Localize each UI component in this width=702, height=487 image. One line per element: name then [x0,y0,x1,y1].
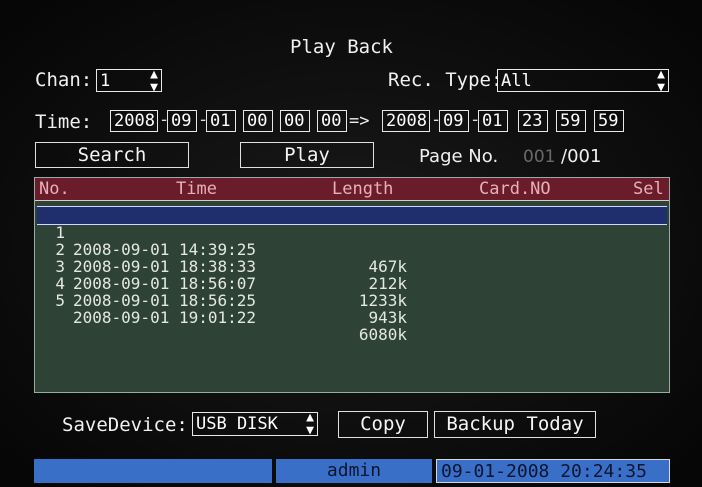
page-title: Play Back [290,36,393,58]
dvr-playback-screen: Play Back Chan: 1 ▲ ▼ Rec. Type: All ▲ ▼ T… [0,0,702,487]
start-day-field[interactable]: 01 [206,110,236,132]
row-time: 2008-09-01 19:01:22 [73,308,257,327]
chan-label: Chan: [35,69,93,91]
save-device-value: USB DISK [196,414,278,434]
range-arrow: => [349,111,370,131]
row-length: 1233k [358,291,407,310]
end-day-field[interactable]: 01 [478,110,508,132]
time-label: Time: [35,111,93,133]
end-hour-field[interactable]: 23 [518,110,548,132]
copy-button[interactable]: Copy [338,411,428,438]
status-bar: admin 09-01-2008 20:24:35 [34,459,670,483]
chan-value: 1 [100,70,111,91]
rec-type-value: All [501,70,532,91]
start-minute-field[interactable]: 00 [280,110,310,132]
chan-select[interactable]: 1 ▲ ▼ [96,66,162,95]
start-hour-field[interactable]: 00 [243,110,273,132]
updown-arrows-icon: ▲ ▼ [150,66,158,95]
start-second-field[interactable]: 00 [317,110,347,132]
updown-arrows-icon: ▲ ▼ [657,66,665,95]
header-no: No. [39,179,70,199]
page-current: 001 [523,147,556,167]
end-month-field[interactable]: 09 [439,110,469,132]
rec-type-label: Rec. Type: [388,69,503,91]
current-user: admin [276,459,432,483]
recording-list: No. Time Length Card.NO Sel 1 2008-09-01… [34,177,670,393]
table-row[interactable]: 5 2008-09-01 19:01:22 6080k [37,275,667,343]
row-length: 943k [368,308,407,327]
table-row[interactable]: 2 2008-09-01 18:38:33 212k [37,224,667,292]
table-row[interactable]: 4 2008-09-01 18:56:25 943k [37,258,667,326]
header-length: Length [332,179,394,199]
start-month-field[interactable]: 09 [167,110,197,132]
save-device-label: SaveDevice: [62,414,188,436]
header-card-no: Card.NO [479,179,551,199]
row-no: 5 [55,291,65,310]
table-row[interactable]: 3 2008-09-01 18:56:07 1233k [37,241,667,309]
save-device-select[interactable]: USB DISK ▲ ▼ [192,410,318,438]
header-sel: Sel [633,179,664,199]
header-time: Time [176,179,217,199]
backup-today-button[interactable]: Backup Today [434,411,596,438]
rec-type-select[interactable]: All ▲ ▼ [497,66,669,95]
row-length: 6080k [358,325,407,344]
updown-arrows-icon: ▲ ▼ [306,410,314,438]
end-year-field[interactable]: 2008 [382,110,430,132]
page-total: /001 [561,146,602,167]
search-button[interactable]: Search [35,142,189,168]
row-time: 2008-09-01 18:56:25 [73,291,257,310]
end-minute-field[interactable]: 59 [556,110,586,132]
table-row[interactable]: 1 2008-09-01 14:39:25 467k [37,206,667,275]
system-datetime: 09-01-2008 20:24:35 [436,459,670,483]
end-second-field[interactable]: 59 [594,110,624,132]
play-button[interactable]: Play [240,142,374,168]
start-year-field[interactable]: 2008 [110,110,158,132]
page-number-label: Page No. [419,146,499,167]
status-segment [34,459,272,483]
table-header: No. Time Length Card.NO Sel [35,178,669,201]
